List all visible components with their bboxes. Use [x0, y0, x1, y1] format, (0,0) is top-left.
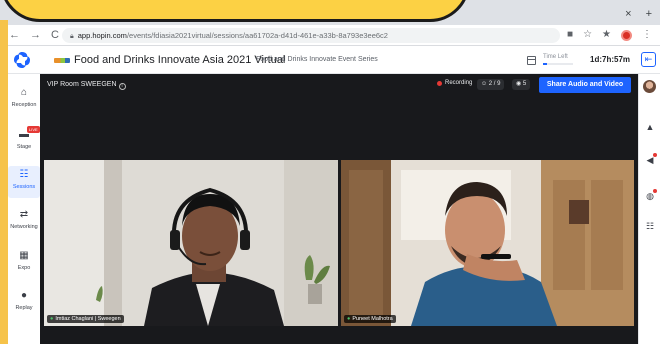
browser-menu-icon[interactable]: ⋮ [642, 29, 652, 41]
reload-icon[interactable]: C [51, 29, 59, 41]
recording-dot-icon [437, 80, 442, 86]
extensions-puzzle-icon[interactable]: ★ [602, 29, 611, 41]
participant-name-label: ● Puneet Malhotra [344, 315, 396, 323]
left-navigation: ⌂ Reception ▬ LIVE Stage ☷ Sessions ⇄ Ne… [8, 74, 40, 344]
notification-dot [653, 189, 657, 193]
profile-icon[interactable] [621, 29, 632, 41]
new-tab-icon[interactable]: + [646, 8, 652, 20]
mic-icon: ● [50, 316, 54, 322]
recording-indicator: Recording [437, 80, 472, 86]
megaphone-icon[interactable]: ◀ [644, 153, 657, 166]
nav-item-label: Expo [17, 265, 31, 271]
participants-icon: ☺ [481, 81, 489, 87]
video-tile-1[interactable]: ● Imtiaz Chaglani | Sweegen [44, 160, 338, 326]
time-left-progress [543, 63, 573, 65]
url-path: /events/fdiasia2021virtual/sessions/aa61… [126, 31, 388, 40]
viewers-count[interactable]: ◉ 5 [512, 79, 531, 90]
people-icon[interactable]: ☷ [644, 220, 656, 232]
nav-item-networking[interactable]: ⇄ Networking [8, 210, 40, 240]
nav-item-stage[interactable]: ▬ LIVE Stage [8, 126, 40, 160]
share-audio-video-button[interactable]: Share Audio and Video [539, 77, 631, 93]
room-name-text: VIP Room SWEEGEN [47, 81, 117, 88]
url-host: app.hopin.com [77, 31, 127, 40]
collapse-sidebar-button[interactable]: ⇤ [641, 52, 656, 67]
bookmark-star-icon[interactable]: ☆ [583, 29, 592, 41]
user-avatar[interactable] [643, 80, 656, 93]
sessions-icon: ☷ [19, 169, 29, 180]
hopin-logo-icon[interactable] [13, 51, 31, 69]
extension-icon[interactable]: ■ [567, 29, 573, 41]
eye-icon: ◉ [516, 81, 523, 87]
decorative-banner [0, 0, 470, 22]
decorative-frame [0, 20, 8, 344]
event-logo [54, 58, 70, 63]
nav-item-expo[interactable]: ▦ Expo [8, 251, 40, 281]
info-icon[interactable]: i [118, 83, 126, 90]
notification-dot [653, 153, 657, 157]
nav-item-reception[interactable]: ⌂ Reception [8, 88, 40, 118]
nav-item-label: Networking [10, 224, 38, 230]
screenshot-root: × + ← → C 🔒︎ app.hopin.com/events/fdiasia… [0, 0, 660, 344]
nav-item-label: Stage [16, 144, 32, 150]
participant-name: Imtiaz Chaglani | Sweegen [55, 316, 121, 322]
nav-item-label: Sessions [12, 184, 36, 190]
time-left-label: Time Left [543, 54, 568, 60]
time-left-progress-fill [543, 63, 547, 65]
viewers-count-value: 5 [522, 81, 527, 87]
tab-controls: × + [625, 8, 652, 20]
home-icon: ⌂ [20, 87, 28, 98]
url-field[interactable]: 🔒︎ app.hopin.com/events/fdiasia2021virtua… [62, 28, 560, 43]
replay-icon: ● [20, 290, 28, 301]
globe-icon[interactable]: ◍ [644, 189, 657, 202]
live-badge: LIVE [27, 126, 40, 133]
networking-icon: ⇄ [19, 209, 29, 220]
participants-count-value: 2 / 9 [488, 81, 501, 87]
room-name: VIP Room SWEEGEN i [47, 81, 126, 90]
participants-count[interactable]: ☺ 2 / 9 [477, 79, 505, 90]
lock-icon: 🔒︎ [70, 33, 74, 40]
mic-icon: ● [347, 316, 351, 322]
nav-item-label: Replay [15, 305, 33, 311]
browser-address-bar: ← → C 🔒︎ app.hopin.com/events/fdiasia2021… [0, 25, 660, 46]
calendar-icon[interactable] [527, 56, 536, 65]
right-rail: ▲ ◀ ◍ ☷ [638, 74, 660, 344]
video-tile-2[interactable]: ● Puneet Malhotra [341, 160, 634, 326]
extension-icons: ■ ☆ ★ ⋮ [567, 29, 652, 41]
time-left-value: 1d:7h:57m [590, 55, 631, 64]
video-feed-1 [44, 160, 338, 326]
back-icon[interactable]: ← [9, 29, 20, 41]
nav-item-sessions[interactable]: ☷ Sessions [8, 166, 40, 198]
expo-icon: ▦ [19, 250, 29, 261]
nav-item-label: Reception [11, 102, 37, 108]
forward-icon[interactable]: → [30, 29, 41, 41]
participant-name-label: ● Imtiaz Chaglani | Sweegen [47, 315, 124, 323]
participant-name: Puneet Malhotra [352, 316, 393, 322]
event-header: Food and Drinks Innovate Asia 2021 Virtu… [0, 46, 660, 74]
event-subtitle: Food and Drinks Innovate Event Series [256, 56, 378, 63]
session-room: VIP Room SWEEGEN i Recording ☺ 2 / 9 ◉ 5 … [40, 74, 638, 344]
recording-label: Recording [445, 80, 473, 86]
browser-nav-buttons: ← → C [9, 29, 59, 41]
nav-item-replay[interactable]: ● Replay [8, 291, 40, 321]
video-feed-2 [341, 160, 634, 326]
bell-icon[interactable]: ▲ [644, 121, 656, 133]
event-title: Food and Drinks Innovate Asia 2021 Virtu… [74, 54, 286, 66]
close-tab-icon[interactable]: × [625, 8, 631, 20]
